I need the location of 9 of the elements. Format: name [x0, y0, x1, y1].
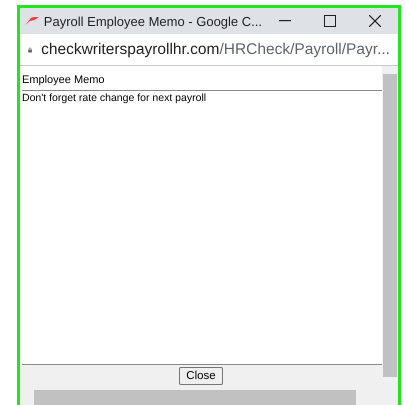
close-icon	[369, 15, 382, 27]
url-text: checkwriterspayrollhr.com/HRCheck/Payroll/Payr...	[41, 40, 390, 58]
minimize-icon	[278, 20, 291, 22]
close-button[interactable]: Close	[179, 367, 223, 385]
vertical-scrollbar[interactable]	[382, 66, 398, 405]
memo-heading: Employee Memo	[22, 74, 382, 91]
logo-icon	[25, 17, 39, 25]
window-title: Payroll Employee Memo - Google C...	[44, 14, 262, 28]
maximize-icon	[324, 15, 336, 27]
